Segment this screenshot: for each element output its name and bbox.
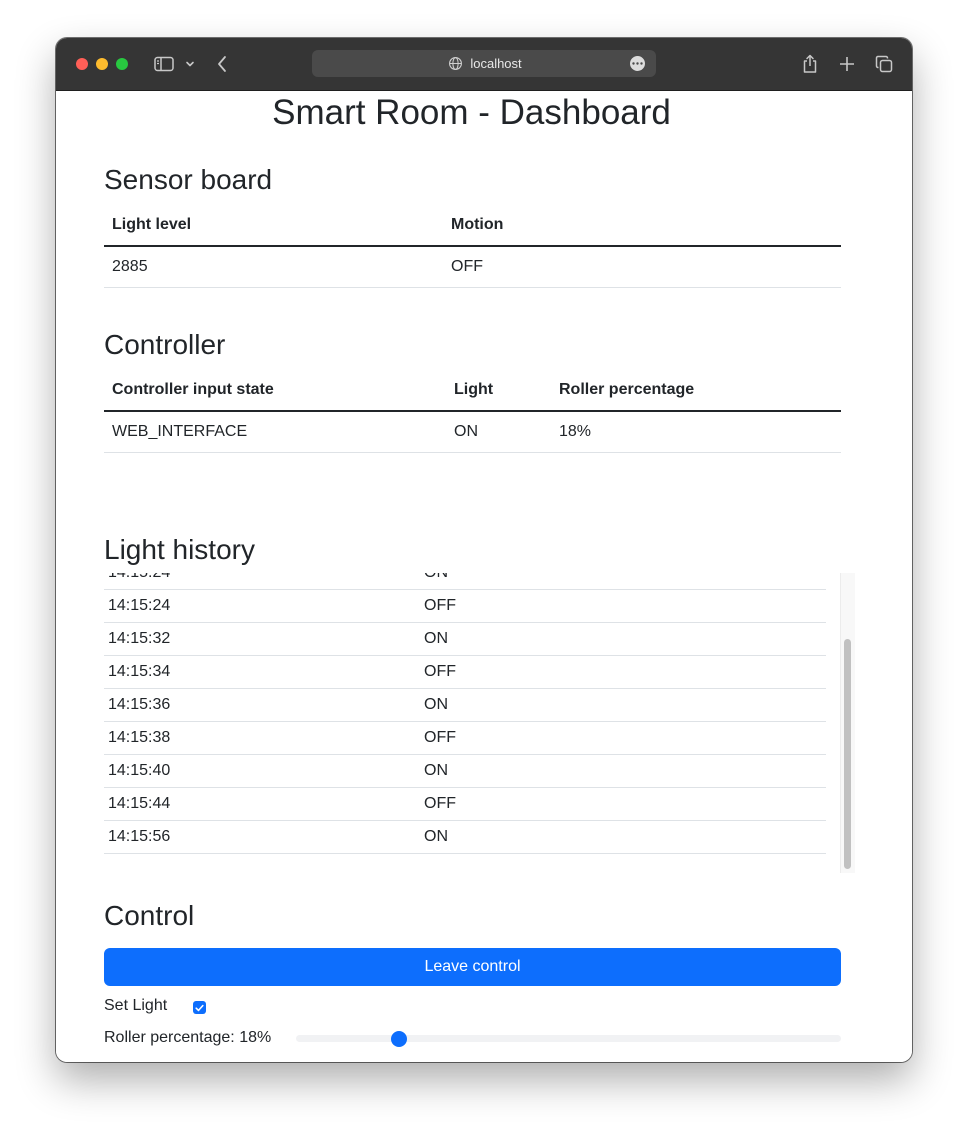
new-tab-icon[interactable] [835,52,859,76]
tab-overview-icon[interactable] [872,52,896,76]
controller-table: Controller input state Light Roller perc… [104,370,841,453]
url-text: localhost [470,56,522,71]
light-history-scrollbar[interactable] [840,573,855,873]
table-header-row: Controller input state Light Roller perc… [104,370,841,412]
leave-control-button[interactable]: Leave control [104,948,841,986]
list-item: 14:15:38 OFF [104,722,826,755]
page-title: Smart Room - Dashboard [272,93,671,132]
column-header-motion: Motion [443,205,841,247]
chevron-down-icon[interactable] [180,52,200,76]
roller-percentage-slider[interactable] [296,1031,841,1047]
back-icon[interactable] [210,52,234,76]
history-state: OFF [424,597,456,614]
list-item: 14:15:44 OFF [104,788,826,821]
history-time: 14:15:40 [108,762,171,779]
controller-input-state-value: WEB_INTERFACE [104,411,446,453]
list-item: 14:15:36 ON [104,689,826,722]
slider-thumb[interactable] [391,1031,408,1047]
light-history-list[interactable]: 14:15:24ON14:15:24OFF14:15:32ON14:15:34O… [104,573,854,874]
sidebar-toggle-icon[interactable] [152,52,176,76]
history-state: ON [424,573,448,582]
motion-value: OFF [443,246,841,288]
history-time: 14:15:34 [108,663,171,680]
light-level-value: 2885 [104,246,443,288]
history-time: 14:15:32 [108,630,171,647]
history-time: 14:15:38 [108,729,171,746]
history-state: ON [424,762,448,779]
history-state: ON [424,828,448,845]
list-item: 14:15:24ON [104,573,826,590]
browser-window: localhost Smart Room - Dashboard Sensor … [56,38,912,1062]
sensor-board-heading: Sensor board [104,164,273,195]
set-light-checkbox[interactable] [193,1001,206,1014]
column-header-light-level: Light level [104,205,443,247]
controller-heading: Controller [104,329,226,360]
roller-percentage-value: 18% [551,411,841,453]
list-item: 14:15:40 ON [104,755,826,788]
more-options-icon[interactable] [630,56,645,71]
list-item: 14:15:24 OFF [104,590,826,623]
list-item: 14:15:56 ON [104,821,826,854]
address-bar[interactable]: localhost [312,50,656,77]
checkmark-icon [195,1004,204,1011]
list-item: 14:15:34 OFF [104,656,826,689]
list-item: 14:15:32 ON [104,623,826,656]
set-light-label: Set Light [104,997,168,1014]
minimize-window-button[interactable] [96,58,108,70]
history-state: ON [424,696,448,713]
share-icon[interactable] [798,52,822,76]
light-state-value: ON [446,411,551,453]
table-row: 2885 OFF [104,246,841,288]
column-header-roller-percentage: Roller percentage [551,370,841,412]
roller-percentage-label: Roller percentage: 18% [104,1029,272,1046]
control-heading: Control [104,900,195,931]
history-state: OFF [424,663,456,680]
table-header-row: Light level Motion [104,205,841,247]
history-state: OFF [424,795,456,812]
sensor-board-table: Light level Motion 2885 OFF [104,205,841,288]
column-header-light: Light [446,370,551,412]
history-time: 14:15:24 [104,573,424,582]
close-window-button[interactable] [76,58,88,70]
history-time: 14:15:36 [108,696,171,713]
history-time: 14:15:56 [108,828,171,845]
globe-icon [449,57,462,70]
table-row: WEB_INTERFACE ON 18% [104,411,841,453]
history-time: 14:15:44 [108,795,171,812]
light-history-heading: Light history [104,534,255,565]
browser-toolbar: localhost [56,38,912,91]
scrollbar-thumb[interactable] [844,639,851,869]
history-state: OFF [424,729,456,746]
column-header-controller-input-state: Controller input state [104,370,446,412]
page-content: Smart Room - Dashboard Sensor board Ligh… [56,91,912,1062]
zoom-window-button[interactable] [116,58,128,70]
history-state: ON [424,630,448,647]
history-time: 14:15:24 [108,597,171,614]
